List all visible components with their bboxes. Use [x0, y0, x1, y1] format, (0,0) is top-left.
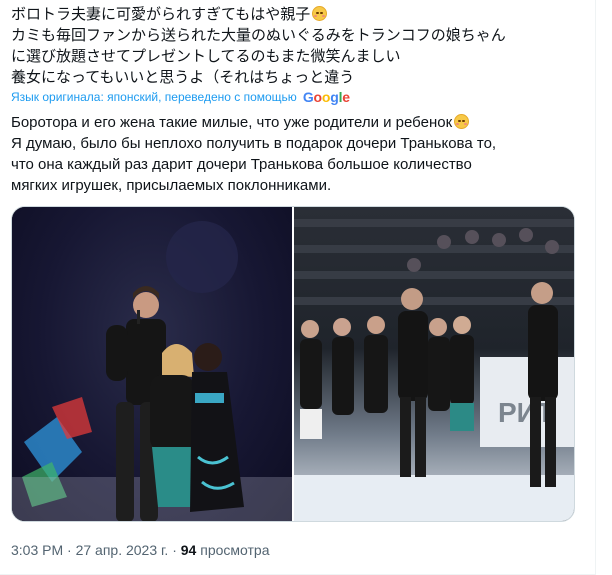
tweet-meta: 3:03 PM · 27 апр. 2023 г. · 94 просмотра: [11, 542, 269, 558]
smiling-hearts-emoji-icon: [312, 6, 328, 21]
translation-note-text[interactable]: Язык оригинала: японский, переведено с п…: [11, 90, 297, 104]
translated-line-3: что она каждый раз дарит дочери Траньков…: [11, 156, 472, 173]
original-tweet-text: ボロトラ夫妻に可愛がられすぎてもはや親子 カミも毎回ファンから送られた大量のぬい…: [11, 4, 581, 88]
translated-line-4: мягких игрушек, присылаемых поклонниками…: [11, 177, 332, 194]
photo-left-skaters-hug[interactable]: [12, 207, 292, 521]
translated-line-2: Я думаю, было бы неплохо получить в пода…: [11, 135, 497, 152]
views-label: просмотра: [200, 542, 270, 558]
photo-right-skaters-group[interactable]: РИТ: [294, 207, 574, 521]
smiling-hearts-emoji-icon: [454, 114, 470, 129]
views-count: 94: [180, 542, 197, 558]
timeline-divider: [595, 0, 596, 575]
translation-note[interactable]: Язык оригинала: японский, переведено с п…: [11, 89, 350, 105]
translated-tweet-text: Боротора и его жена такие милые, что уже…: [11, 112, 581, 196]
photo-right-illustration: РИТ: [294, 219, 574, 521]
tweet-date[interactable]: 27 апр. 2023 г.: [76, 542, 169, 558]
photo-left-illustration: [12, 221, 292, 521]
translated-line-1: Боротора и его жена такие милые, что уже…: [11, 114, 453, 131]
original-line-3: に選び放題させてプレゼントしてるのもまた微笑んましい: [11, 48, 401, 65]
meta-separator: ·: [67, 542, 72, 558]
media-grid: РИТ: [11, 206, 575, 522]
tweet-time[interactable]: 3:03 PM: [11, 542, 63, 558]
original-line-2: カミも毎回ファンから送られた大量のぬいぐるみをトランコフの娘ちゃん: [11, 27, 506, 44]
meta-separator: ·: [172, 542, 177, 558]
google-logo-icon: Google: [302, 89, 350, 105]
original-line-1: ボロトラ夫妻に可愛がられすぎてもはや親子: [11, 6, 311, 23]
original-line-4: 養女になってもいいと思うよ（それはちょっと違う: [11, 69, 355, 86]
